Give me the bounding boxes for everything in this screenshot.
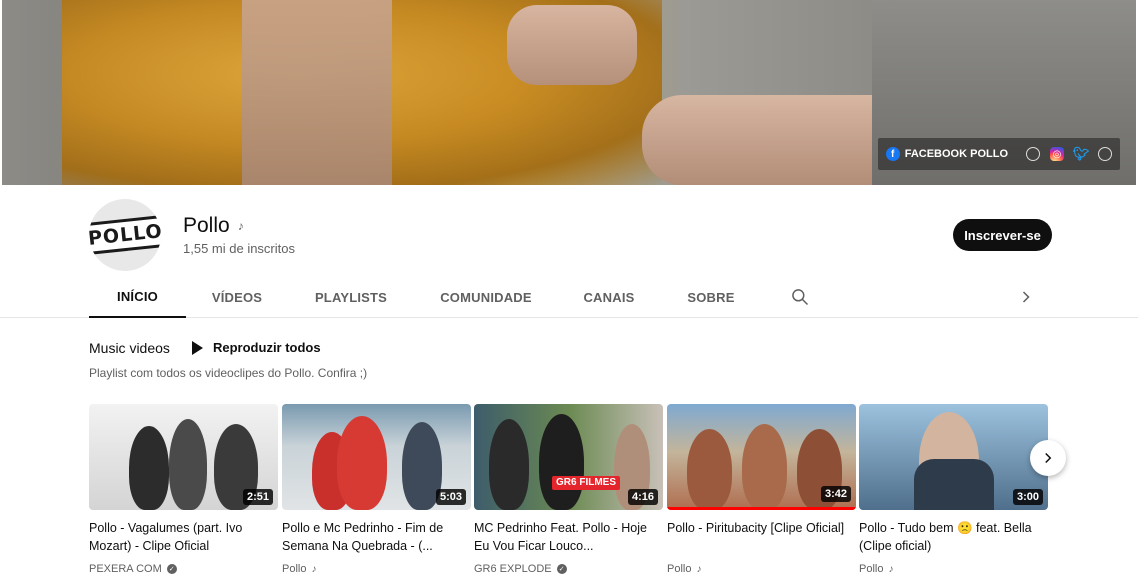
facebook-icon: f <box>885 147 900 161</box>
video-channel-name[interactable]: Pollo <box>667 563 691 574</box>
music-note-icon: ♪ <box>696 563 702 574</box>
thumb-figure <box>337 416 387 510</box>
play-all-button[interactable]: Reproduzir todos <box>192 340 321 355</box>
tab-sobre[interactable]: SOBRE <box>680 276 742 318</box>
subscriber-count: 1,55 mi de inscritos <box>183 241 295 256</box>
thumb-figure <box>489 419 529 510</box>
section-title[interactable]: Music videos <box>89 340 170 356</box>
video-thumbnail[interactable]: 5:03 <box>282 404 471 510</box>
video-card[interactable]: 5:03 Pollo e Mc Pedrinho - Fim de Semana… <box>282 404 471 574</box>
music-note-icon: ♪ <box>311 563 317 574</box>
subscribe-button[interactable]: Inscrever-se <box>953 219 1052 251</box>
channel-banner: f FACEBOOK POLLO ◎ 🐦︎ <box>2 0 1136 185</box>
video-duration: 3:42 <box>820 486 851 502</box>
video-channel-name[interactable]: GR6 EXPLODE <box>474 563 552 574</box>
video-card[interactable]: GR6 FILMES 4:16 MC Pedrinho Feat. Pollo … <box>474 404 663 574</box>
facebook-link-label: FACEBOOK POLLO <box>904 148 1008 160</box>
video-card[interactable]: 2:51 Pollo - Vagalumes (part. Ivo Mozart… <box>89 404 278 574</box>
banner-art-fist <box>507 5 637 85</box>
video-channel-name[interactable]: PEXERA COM <box>89 563 162 574</box>
video-channel-row: Pollo ♪ <box>282 563 471 574</box>
thumb-figure <box>742 424 787 510</box>
chevron-right-icon[interactable] <box>1016 287 1036 307</box>
verified-icon: ✓ <box>556 564 567 574</box>
verified-icon: ✓ <box>166 564 177 574</box>
music-note-icon: ♪ <box>888 563 894 574</box>
thumb-figure <box>914 459 994 510</box>
thumb-badge: GR6 FILMES <box>552 476 621 490</box>
video-channel-name[interactable]: Pollo <box>282 563 306 574</box>
play-all-label: Reproduzir todos <box>213 340 321 355</box>
video-duration: 3:00 <box>1012 489 1043 505</box>
avatar-logo: POLLO <box>89 214 161 256</box>
tab-videos[interactable]: VÍDEOS <box>205 276 269 318</box>
tab-canais[interactable]: CANAIS <box>575 276 643 318</box>
video-channel-row: PEXERA COM ✓ <box>89 563 278 574</box>
tab-comunidade[interactable]: COMUNIDADE <box>432 276 540 318</box>
section-description: Playlist com todos os videoclipes do Pol… <box>89 366 368 380</box>
instagram-icon[interactable]: ◎ <box>1050 147 1064 161</box>
watch-progress-bar <box>667 507 856 510</box>
banner-art-arm <box>642 95 872 185</box>
chevron-right-icon <box>1045 452 1052 464</box>
channel-name-row: Pollo ♪ <box>183 214 244 238</box>
globe-icon[interactable] <box>1098 147 1112 161</box>
play-icon <box>192 340 203 355</box>
video-title[interactable]: Pollo - Vagalumes (part. Ivo Mozart) - C… <box>89 519 278 555</box>
carousel-next-button[interactable] <box>1030 440 1066 476</box>
video-thumbnail[interactable]: GR6 FILMES 4:16 <box>474 404 663 510</box>
video-title[interactable]: Pollo - Tudo bem 🙁 feat. Bella (Clipe of… <box>859 519 1048 555</box>
twitter-icon[interactable]: 🐦︎ <box>1073 146 1090 161</box>
search-icon[interactable] <box>790 287 810 307</box>
channel-avatar[interactable]: POLLO <box>89 199 161 271</box>
video-title[interactable]: Pollo e Mc Pedrinho - Fim de Semana Na Q… <box>282 519 471 555</box>
channel-tabs: INÍCIO VÍDEOS PLAYLISTS COMUNIDADE CANAI… <box>0 276 1138 318</box>
video-channel-row: Pollo ♪ <box>667 563 856 574</box>
video-thumbnail[interactable]: 2:51 <box>89 404 278 510</box>
thumb-figure <box>129 426 169 510</box>
video-duration: 2:51 <box>242 489 273 505</box>
facebook-link[interactable]: f FACEBOOK POLLO <box>885 147 1008 161</box>
video-duration: 4:16 <box>627 489 658 505</box>
video-thumbnail[interactable]: 3:00 <box>859 404 1048 510</box>
youtube-channel-page: f FACEBOOK POLLO ◎ 🐦︎ POLLO Pollo ♪ 1,55… <box>0 0 1138 574</box>
channel-links-bar: f FACEBOOK POLLO ◎ 🐦︎ <box>877 138 1120 170</box>
video-channel-row: GR6 EXPLODE ✓ <box>474 563 663 574</box>
video-channel-row: Pollo ♪ <box>859 563 1048 574</box>
video-card[interactable]: 3:42 Pollo - Piritubacity [Clipe Oficial… <box>667 404 856 574</box>
thumb-figure <box>687 429 732 510</box>
banner-art-chest <box>242 0 392 185</box>
thumb-figure <box>539 414 584 510</box>
thumb-figure <box>169 419 207 510</box>
video-title[interactable]: MC Pedrinho Feat. Pollo - Hoje Eu Vou Fi… <box>474 519 663 555</box>
channel-name: Pollo <box>183 214 230 237</box>
tab-inicio[interactable]: INÍCIO <box>89 276 186 318</box>
music-note-icon: ♪ <box>237 219 244 233</box>
video-thumbnail[interactable]: 3:42 <box>667 404 856 510</box>
tab-playlists[interactable]: PLAYLISTS <box>305 276 397 318</box>
video-card[interactable]: 3:00 Pollo - Tudo bem 🙁 feat. Bella (Cli… <box>859 404 1048 574</box>
video-title[interactable]: Pollo - Piritubacity [Clipe Oficial] <box>667 519 856 555</box>
video-channel-name[interactable]: Pollo <box>859 563 883 574</box>
video-duration: 5:03 <box>435 489 466 505</box>
globe-icon[interactable] <box>1026 147 1040 161</box>
